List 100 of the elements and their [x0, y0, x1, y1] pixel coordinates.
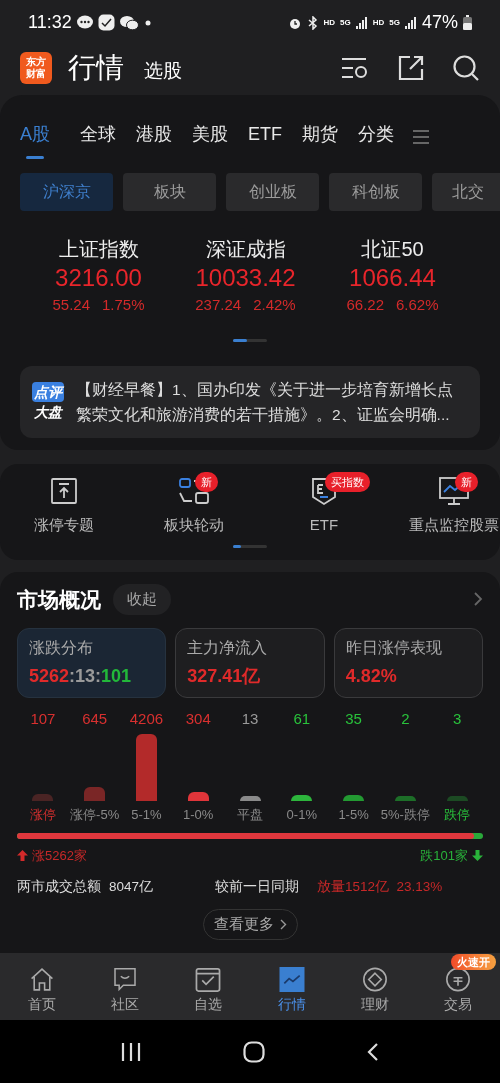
index-change: 66.22 — [346, 295, 384, 315]
nav-tab[interactable]: 行情 — [264, 967, 319, 1015]
shortcut-label[interactable]: 涨停专题 — [34, 513, 94, 536]
monitor-chart-icon[interactable] — [438, 475, 470, 506]
home-icon — [28, 967, 55, 992]
compare-label: 较前一日同期 — [215, 878, 300, 896]
stat-tab[interactable]: 昨日涨停表现 4.82% — [333, 628, 483, 698]
shortcut-label[interactable]: ETF — [309, 513, 339, 536]
turnover-label: 两市成交总额 — [17, 878, 101, 896]
shortcut-label[interactable]: 重点监控股票 — [409, 513, 499, 536]
home-button-icon[interactable] — [243, 1040, 265, 1063]
checkbox-icon — [195, 967, 222, 992]
section-title: 市场概况 — [17, 586, 101, 613]
market-tab[interactable]: A股 — [20, 121, 70, 165]
chevron-right-icon[interactable] — [473, 591, 483, 608]
index-change: 237.24 — [195, 295, 242, 315]
network-label: 5G — [389, 18, 400, 27]
signal-icon — [355, 16, 368, 29]
index-value: 10033.42 — [195, 263, 296, 293]
signal-icon — [404, 16, 417, 29]
market-tab[interactable]: ETF — [238, 121, 292, 165]
bar-count: 2 — [401, 710, 410, 728]
index-percent: 6.62% — [396, 295, 439, 315]
chevron-right-icon — [279, 919, 287, 930]
rise-count: 涨5262家 — [32, 846, 87, 865]
range-label: 0-1% — [286, 806, 317, 824]
bar-count: 13 — [241, 710, 259, 728]
news-text: 【财经早餐】1、国办印发《关于进一步培育新增长点繁荣文化和旅游消费的若干措施》。2、证监会明确... — [76, 379, 454, 425]
range-label: 5-1% — [131, 806, 162, 824]
news-banner[interactable]: 点评 大盘 【财经早餐】1、国办印发《关于进一步培育新增长点繁荣文化和旅游消费的若干措施》。2、证监会明确... — [20, 365, 480, 438]
index-name[interactable]: 上证指数 — [58, 236, 139, 262]
line-chart-icon — [278, 967, 305, 992]
turnover-value: 8047亿 — [109, 878, 154, 896]
upload-icon[interactable] — [50, 475, 78, 506]
stat-tab[interactable]: 涨跌分布 5262:13:101 — [17, 628, 167, 698]
bluetooth-icon — [306, 15, 319, 30]
sub-tab[interactable]: 科创板 — [329, 173, 422, 211]
bar-count: 107 — [30, 710, 56, 728]
collapse-button[interactable]: 收起 — [113, 584, 171, 615]
index-percent: 1.75% — [102, 295, 145, 315]
share-icon[interactable] — [398, 54, 424, 81]
sub-tab[interactable]: 板块 — [123, 173, 216, 211]
bar-count: 4206 — [129, 710, 164, 728]
index-change: 55.24 — [52, 295, 90, 315]
bar-count: 3 — [452, 710, 462, 728]
swap-boxes-icon[interactable] — [178, 475, 210, 506]
search-icon[interactable] — [452, 53, 480, 82]
index-value: 1066.44 — [349, 263, 436, 293]
battery-icon — [463, 15, 472, 30]
nav-tab[interactable]: 交易 — [431, 967, 486, 1015]
battery-percent: 47% — [421, 11, 458, 34]
clock-time: 11:32 — [28, 11, 72, 34]
bar-count: 61 — [293, 710, 311, 728]
stat-tab[interactable]: 主力净流入 327.41亿 — [175, 628, 325, 698]
new-badge: 新 — [195, 471, 218, 492]
market-tab[interactable]: 全球 — [70, 121, 126, 165]
range-label: 涨停 — [29, 806, 56, 824]
range-label: 跌停 — [444, 806, 471, 824]
range-label: 平盘 — [237, 806, 263, 824]
stock-picker-link[interactable]: 选股 — [144, 57, 182, 86]
bar-count: 304 — [185, 710, 211, 728]
bar-count: 645 — [82, 710, 108, 728]
sub-tab[interactable]: 创业板 — [226, 173, 319, 211]
nav-tab[interactable]: 首页 — [14, 967, 69, 1015]
range-label: 1-5% — [338, 806, 369, 824]
up-arrow-icon — [17, 849, 28, 861]
shortcut-label[interactable]: 板块轮动 — [164, 513, 224, 536]
market-tab[interactable]: 美股 — [182, 121, 238, 165]
down-arrow-icon — [472, 849, 483, 861]
index-value: 3216.00 — [55, 263, 142, 293]
index-name[interactable]: 深证成指 — [205, 236, 286, 262]
range-label: 1-0% — [183, 806, 214, 824]
bar-count: 35 — [345, 710, 362, 728]
market-tab[interactable]: 港股 — [126, 121, 182, 165]
diamond-circle-icon — [361, 967, 388, 992]
hd-label: HD — [323, 16, 336, 29]
sub-tab[interactable]: 北交 — [432, 173, 500, 211]
checkmark-app-icon — [97, 14, 115, 31]
logo-text: 财富 — [26, 67, 46, 80]
promo-badge: 火速开 — [450, 954, 496, 970]
chat-smile-icon — [112, 967, 138, 992]
new-badge: 新 — [455, 471, 478, 492]
range-label: 涨停-5% — [70, 806, 120, 824]
network-label: 5G — [340, 18, 351, 27]
nav-tab[interactable]: 理财 — [347, 967, 402, 1015]
index-percent: 2.42% — [253, 295, 296, 315]
menu-icon[interactable] — [412, 129, 430, 145]
market-tab[interactable]: 分类 — [348, 121, 404, 165]
nav-tab[interactable]: 社区 — [98, 967, 152, 1015]
back-icon[interactable] — [367, 1041, 379, 1062]
sub-tab[interactable]: 沪深京 — [20, 173, 113, 211]
range-label: 5%-跌停 — [380, 806, 430, 824]
index-name[interactable]: 北证50 — [361, 236, 424, 262]
recent-apps-icon[interactable] — [121, 1042, 141, 1061]
page-title: 行情 — [68, 50, 124, 85]
nav-tab[interactable]: 自选 — [181, 967, 236, 1015]
market-tab[interactable]: 期货 — [292, 121, 348, 165]
fall-count: 跌101家 — [420, 846, 468, 865]
hd-label: HD — [372, 16, 385, 29]
compare-value: 放量1512亿 23.13% — [317, 878, 443, 896]
